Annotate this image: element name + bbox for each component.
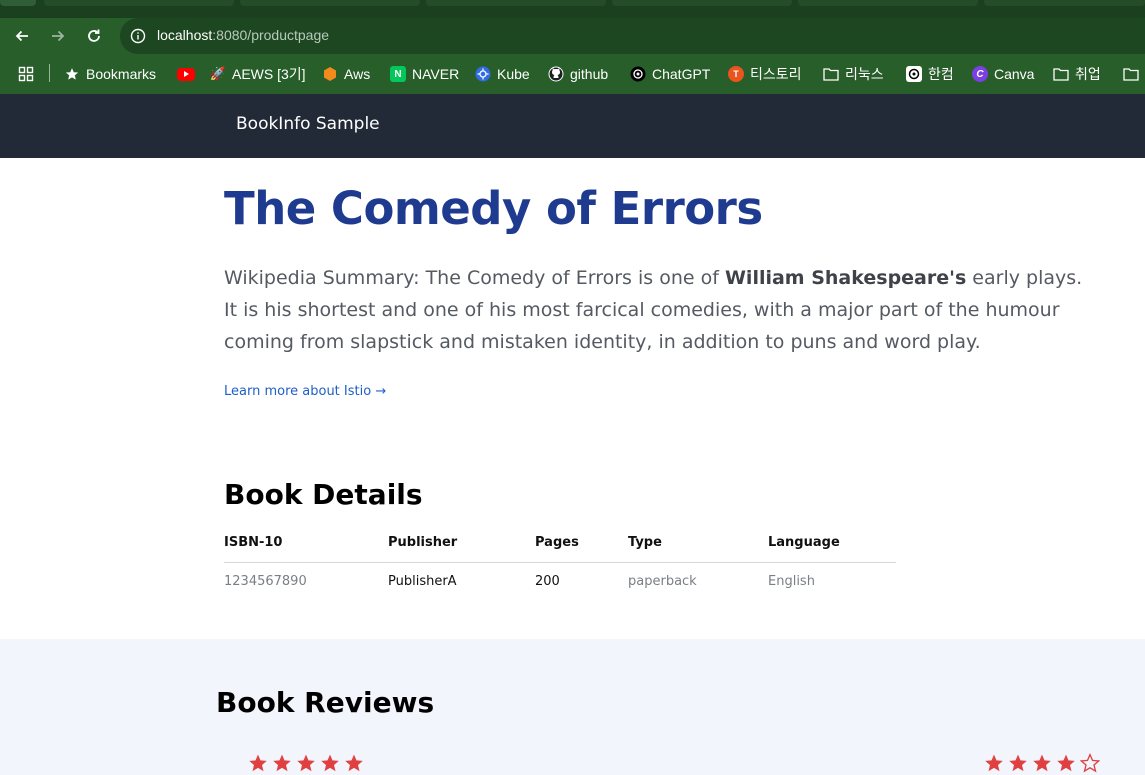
folder-icon xyxy=(1123,66,1139,82)
bookmark-aews[interactable]: 🚀 AEWS [3기] xyxy=(210,64,306,84)
column-header-type: Type xyxy=(628,522,768,563)
bookmark-tistory[interactable]: T 티스토리 xyxy=(728,64,802,84)
apps-grid-icon xyxy=(18,66,34,82)
rocket-icon: 🚀 xyxy=(209,66,227,81)
book-summary: Wikipedia Summary: The Comedy of Errors … xyxy=(224,262,1084,358)
folder-icon xyxy=(1053,66,1069,82)
book-details-heading: Book Details xyxy=(224,478,423,511)
column-header-pages: Pages xyxy=(535,522,628,563)
column-header-isbn: ISBN-10 xyxy=(224,522,388,563)
isbn-cell: 1234567890 xyxy=(224,573,307,589)
url-path: :8080/productpage xyxy=(212,27,330,43)
bookmark-canva[interactable]: C Canva xyxy=(972,64,1034,84)
bookmark-label: 리눅스 xyxy=(845,66,884,82)
book-reviews-heading: Book Reviews xyxy=(216,686,435,719)
column-header-language: Language xyxy=(768,522,896,563)
reload-icon xyxy=(88,29,100,42)
bookmark-youtube[interactable] xyxy=(177,64,201,84)
star-filled-icon xyxy=(1057,754,1075,772)
star-filled-icon xyxy=(985,754,1003,772)
type-cell: paperback xyxy=(628,573,697,589)
url-host: localhost xyxy=(157,27,213,43)
pages-cell: 200 xyxy=(535,573,560,589)
apps-button[interactable] xyxy=(18,64,34,84)
review-rating-1 xyxy=(248,753,364,773)
bookmark-label: github xyxy=(570,66,609,82)
bookmark-folder-more[interactable] xyxy=(1123,64,1145,84)
naver-icon: N xyxy=(390,66,406,82)
bookmarks-divider xyxy=(49,64,50,82)
browser-tab-strip xyxy=(0,0,1145,18)
bookmark-label: Aws xyxy=(344,66,371,82)
folder-icon xyxy=(823,66,839,82)
learn-more-link[interactable]: Learn more about Istio → xyxy=(224,384,386,399)
bookmark-label: Kube xyxy=(497,66,530,82)
star-empty-icon xyxy=(1080,753,1100,773)
back-arrow-icon xyxy=(15,30,28,42)
summary-author: William Shakespeare's xyxy=(724,267,967,289)
table-header-row: ISBN-10 Publisher Pages Type Language xyxy=(224,522,896,563)
youtube-icon xyxy=(177,67,195,81)
bookmark-folder-jobs[interactable]: 취업 xyxy=(1053,64,1101,84)
column-header-publisher: Publisher xyxy=(388,522,535,563)
star-filled-icon xyxy=(1009,754,1027,772)
site-info-icon[interactable] xyxy=(130,28,146,44)
bookmark-kube[interactable]: Kube xyxy=(475,64,530,84)
star-filled-icon xyxy=(321,754,339,772)
language-cell: English xyxy=(768,573,815,589)
hancom-icon xyxy=(906,66,922,82)
bookmark-aws[interactable]: Aws xyxy=(322,64,370,84)
forward-button[interactable] xyxy=(46,24,70,48)
reload-button[interactable] xyxy=(82,24,106,48)
canva-icon: C xyxy=(972,66,988,82)
bookmark-label: AEWS [3기] xyxy=(232,66,306,82)
star-filled-icon xyxy=(345,754,363,772)
bookmark-label: ChatGPT xyxy=(652,66,711,82)
summary-text: Wikipedia Summary: The Comedy of Errors … xyxy=(224,267,725,289)
publisher-cell: PublisherA xyxy=(388,573,457,589)
star-icon xyxy=(64,66,80,82)
bookmark-label: Canva xyxy=(994,66,1035,82)
bookmark-naver[interactable]: N NAVER xyxy=(390,64,459,84)
bookmark-label: 티스토리 xyxy=(750,66,802,82)
review-rating-2 xyxy=(984,753,1100,773)
bookmark-label: NAVER xyxy=(412,66,460,82)
book-reviews-section: Book Reviews xyxy=(0,639,1145,775)
book-title: The Comedy of Errors xyxy=(224,182,763,235)
star-filled-icon xyxy=(249,754,267,772)
kubernetes-icon xyxy=(475,66,491,82)
back-button[interactable] xyxy=(10,24,34,48)
table-row: 1234567890 PublisherA 200 paperback Engl… xyxy=(224,563,896,600)
bookmark-label: 한컴 xyxy=(928,66,954,82)
chatgpt-icon xyxy=(630,66,646,82)
bookmark-hancom[interactable]: 한컴 xyxy=(906,64,954,84)
aws-icon xyxy=(322,66,338,82)
bookmark-bookmarks[interactable]: Bookmarks xyxy=(64,64,156,84)
bookmark-label: 취업 xyxy=(1075,66,1101,82)
forward-arrow-icon xyxy=(52,30,65,42)
star-filled-icon xyxy=(297,754,315,772)
book-details-table: ISBN-10 Publisher Pages Type Language 12… xyxy=(224,522,896,599)
bookmark-github[interactable]: github xyxy=(548,64,608,84)
site-navbar: BookInfo Sample xyxy=(0,94,1145,158)
navbar-brand[interactable]: BookInfo Sample xyxy=(236,114,380,134)
bookmark-chatgpt[interactable]: ChatGPT xyxy=(630,64,710,84)
github-icon xyxy=(548,66,564,82)
browser-toolbar: localhost:8080/productpage xyxy=(0,18,1145,54)
star-filled-icon xyxy=(1033,754,1051,772)
star-filled-icon xyxy=(273,754,291,772)
bookmark-label: Bookmarks xyxy=(86,66,157,82)
bookmark-folder-linux[interactable]: 리눅스 xyxy=(823,64,884,84)
address-url[interactable]: localhost:8080/productpage xyxy=(157,27,329,43)
tistory-icon: T xyxy=(728,66,744,82)
